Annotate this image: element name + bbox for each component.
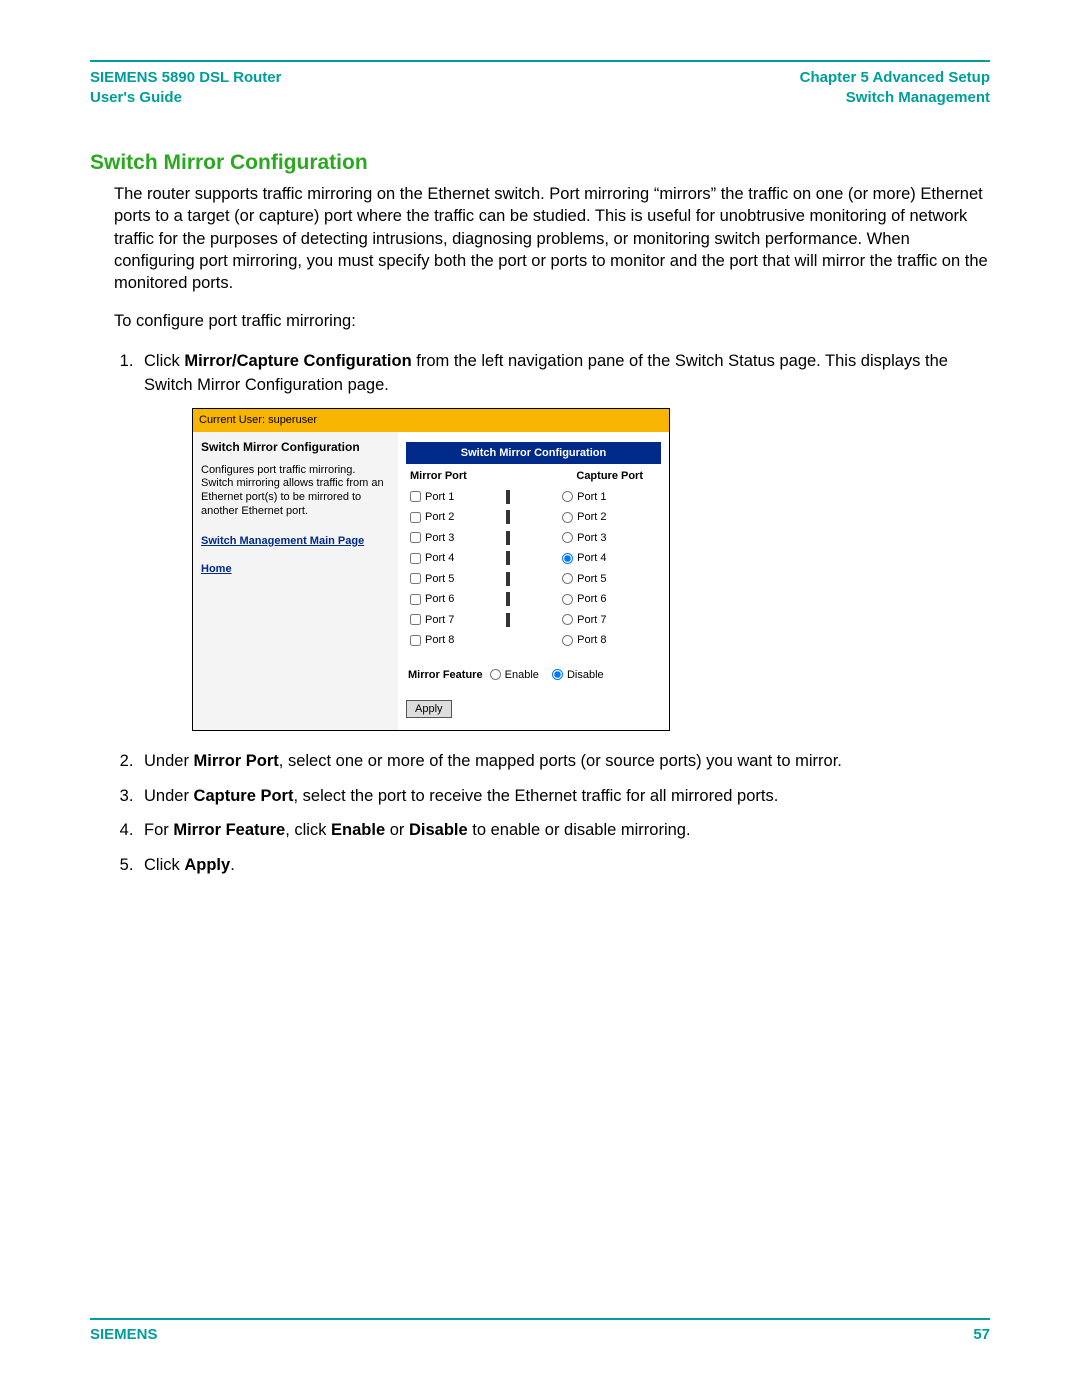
- port-label: Port 3: [425, 532, 454, 544]
- sidebar-title: Switch Mirror Configuration: [201, 438, 390, 456]
- port-label: Port 7: [425, 614, 454, 626]
- mirror-port-3-checkbox[interactable]: [410, 532, 421, 543]
- section-title: Switch Mirror Configuration: [90, 151, 990, 175]
- header-section: Switch Management: [800, 88, 990, 108]
- step-1: Click Mirror/Capture Configuration from …: [138, 349, 990, 731]
- step-text: .: [230, 856, 235, 874]
- capture-port-2-radio[interactable]: [562, 512, 573, 523]
- port-label: Port 5: [577, 573, 606, 585]
- header-product: SIEMENS 5890 DSL Router: [90, 68, 281, 88]
- current-user-bar: Current User: superuser: [193, 409, 669, 432]
- step-bold: Mirror Port: [194, 752, 279, 770]
- screenshot-sidebar: Switch Mirror Configuration Configures p…: [193, 432, 398, 730]
- mirror-port-7-checkbox[interactable]: [410, 614, 421, 625]
- step-text: For: [144, 821, 173, 839]
- step-text: to enable or disable mirroring.: [468, 821, 691, 839]
- capture-port-6-radio[interactable]: [562, 594, 573, 605]
- mirror-port-1-checkbox[interactable]: [410, 491, 421, 502]
- header-subtitle: User's Guide: [90, 88, 281, 108]
- step-bold: Capture Port: [194, 787, 294, 805]
- capture-port-8-radio[interactable]: [562, 635, 573, 646]
- port-label: Port 4: [425, 552, 454, 564]
- config-screenshot: Current User: superuser Switch Mirror Co…: [192, 408, 670, 731]
- mirror-feature-row: Mirror Feature Enable Disable: [408, 667, 661, 684]
- header-rule: [90, 60, 990, 62]
- step-text: , click: [285, 821, 331, 839]
- mirror-feature-disable-radio[interactable]: [552, 669, 563, 680]
- col-capture-port: Capture Port: [512, 464, 661, 487]
- port-label: Port 1: [577, 491, 606, 503]
- mirror-port-5-checkbox[interactable]: [410, 573, 421, 584]
- port-label: Port 1: [425, 491, 454, 503]
- link-switch-mgmt-main[interactable]: Switch Management Main Page: [201, 533, 390, 550]
- footer-rule: [90, 1318, 990, 1320]
- step-text: or: [385, 821, 409, 839]
- port-label: Port 2: [425, 511, 454, 523]
- step-3: Under Capture Port, select the port to r…: [138, 784, 990, 809]
- step-text: Under: [144, 787, 194, 805]
- step-text: Under: [144, 752, 194, 770]
- port-label: Port 8: [577, 634, 606, 646]
- port-label: Port 6: [425, 593, 454, 605]
- footer-pagenum: 57: [973, 1326, 990, 1343]
- mirror-port-8-checkbox[interactable]: [410, 635, 421, 646]
- mirror-port-2-checkbox[interactable]: [410, 512, 421, 523]
- capture-port-5-radio[interactable]: [562, 573, 573, 584]
- mirror-feature-enable-radio[interactable]: [490, 669, 501, 680]
- screenshot-main: Switch Mirror Configuration Mirror Port …: [398, 432, 669, 730]
- port-label: Port 4: [577, 552, 606, 564]
- mirror-feature-label: Mirror Feature: [408, 669, 483, 681]
- port-label: Port 3: [577, 532, 606, 544]
- mirror-port-4-checkbox[interactable]: [410, 553, 421, 564]
- step-text: Click: [144, 352, 184, 370]
- header-chapter: Chapter 5 Advanced Setup: [800, 68, 990, 88]
- capture-port-1-radio[interactable]: [562, 491, 573, 502]
- step-text: , select the port to receive the Etherne…: [293, 787, 778, 805]
- step-bold: Mirror Feature: [173, 821, 285, 839]
- intro-paragraph: The router supports traffic mirroring on…: [114, 183, 990, 294]
- step-text: Click: [144, 856, 184, 874]
- link-home[interactable]: Home: [201, 561, 390, 578]
- capture-port-4-radio[interactable]: [562, 553, 573, 564]
- sidebar-description: Configures port traffic mirroring. Switc…: [201, 464, 390, 519]
- port-label: Port 2: [577, 511, 606, 523]
- port-label: Port 6: [577, 593, 606, 605]
- col-mirror-port: Mirror Port: [406, 464, 504, 487]
- step-2: Under Mirror Port, select one or more of…: [138, 749, 990, 774]
- mirror-port-6-checkbox[interactable]: [410, 594, 421, 605]
- footer-brand: SIEMENS: [90, 1326, 158, 1343]
- table-title: Switch Mirror Configuration: [406, 442, 661, 465]
- step-text: , select one or more of the mapped ports…: [279, 752, 842, 770]
- capture-port-7-radio[interactable]: [562, 614, 573, 625]
- capture-port-3-radio[interactable]: [562, 532, 573, 543]
- step-bold: Mirror/Capture Configuration: [184, 352, 411, 370]
- port-label: Port 7: [577, 614, 606, 626]
- step-bold: Enable: [331, 821, 385, 839]
- mirror-config-table: Switch Mirror Configuration Mirror Port …: [406, 442, 661, 651]
- config-lead: To configure port traffic mirroring:: [114, 310, 990, 332]
- disable-label: Disable: [567, 669, 604, 681]
- enable-label: Enable: [505, 669, 539, 681]
- apply-button[interactable]: Apply: [406, 700, 452, 718]
- steps-list: Click Mirror/Capture Configuration from …: [90, 349, 990, 878]
- step-5: Click Apply.: [138, 853, 990, 878]
- page-header: SIEMENS 5890 DSL Router User's Guide Cha…: [90, 68, 990, 107]
- page-footer: SIEMENS 57: [90, 1318, 990, 1343]
- port-label: Port 5: [425, 573, 454, 585]
- step-bold: Disable: [409, 821, 468, 839]
- step-bold: Apply: [184, 856, 230, 874]
- port-label: Port 8: [425, 634, 454, 646]
- step-4: For Mirror Feature, click Enable or Disa…: [138, 818, 990, 843]
